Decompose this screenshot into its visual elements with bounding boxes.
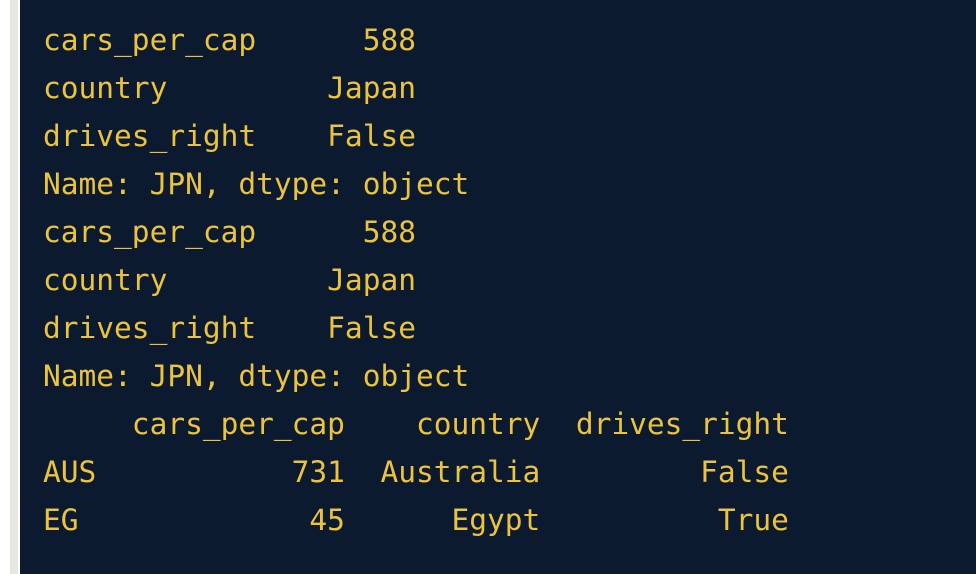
- output-line: cars_per_cap 588: [43, 23, 416, 57]
- output-line: drives_right False: [43, 119, 416, 153]
- output-line: Name: JPN, dtype: object: [43, 167, 470, 201]
- dataframe-header-row: cars_per_cap country drives_right: [43, 407, 789, 441]
- dataframe-row: AUS 731 Australia False: [43, 455, 789, 489]
- page: cars_per_cap 588 country Japan drives_righ…: [0, 0, 976, 574]
- console-output-panel: cars_per_cap 588 country Japan drives_righ…: [20, 0, 976, 574]
- console-output: cars_per_cap 588 country Japan drives_righ…: [20, 0, 976, 544]
- output-line: cars_per_cap 588: [43, 215, 416, 249]
- dataframe-row: EG 45 Egypt True: [43, 503, 789, 537]
- output-line: drives_right False: [43, 311, 416, 345]
- left-border: [10, 0, 18, 574]
- output-line: country Japan: [43, 71, 416, 105]
- output-line: country Japan: [43, 263, 416, 297]
- output-line: Name: JPN, dtype: object: [43, 359, 470, 393]
